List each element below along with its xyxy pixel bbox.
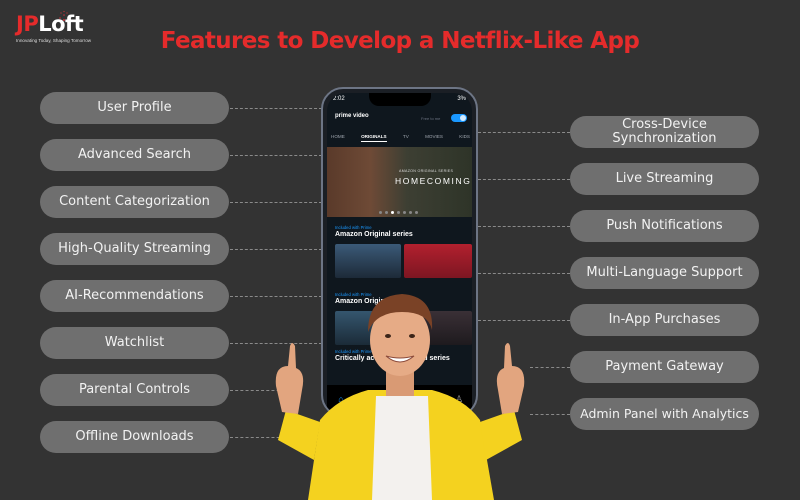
left-eye [385, 334, 391, 338]
connector-line [230, 202, 322, 203]
app-logo: prime video [335, 113, 369, 119]
connector-line [478, 273, 570, 274]
status-battery: 3% [457, 96, 466, 102]
left-hand-pointing [275, 343, 304, 414]
status-time: 2:02 [333, 96, 345, 102]
status-bar: 2:02 3% [333, 96, 466, 102]
tab-home[interactable]: HOME [331, 134, 345, 142]
feature-payment-gateway: Payment Gateway [570, 351, 759, 383]
carousel-dots [379, 211, 418, 214]
tab-bar: HOME ORIGINALS TV MOVIES KIDS [331, 134, 470, 142]
feature-watchlist: Watchlist [40, 327, 229, 359]
right-hand-pointing [496, 343, 525, 414]
feature-ai-recommendations: AI-Recommendations [40, 280, 229, 312]
connector-line [530, 414, 570, 415]
tab-tv[interactable]: TV [403, 134, 409, 142]
tab-originals[interactable]: ORIGINALS [361, 134, 387, 142]
right-eye [409, 334, 415, 338]
feature-admin-panel-analytics: Admin Panel with Analytics [570, 398, 759, 430]
connector-line [230, 108, 322, 109]
feature-high-quality-streaming: High-Quality Streaming [40, 233, 229, 265]
feature-content-categorization: Content Categorization [40, 186, 229, 218]
section-title: Amazon Original series [335, 231, 413, 238]
tab-movies[interactable]: MOVIES [425, 134, 443, 142]
feature-in-app-purchases: In-App Purchases [570, 304, 759, 336]
free-to-me-toggle[interactable] [451, 114, 467, 122]
feature-offline-downloads: Offline Downloads [40, 421, 229, 453]
page-title: Features to Develop a Netflix-Like App [160, 28, 640, 54]
feature-parental-controls: Parental Controls [40, 374, 229, 406]
left-sleeve [278, 410, 320, 460]
feature-advanced-search: Advanced Search [40, 139, 229, 171]
connector-line [478, 179, 570, 180]
hero-title: HOMECOMING [395, 176, 472, 186]
free-to-me-label: Free to me [421, 116, 441, 121]
connector-line [230, 249, 322, 250]
connector-line [478, 132, 570, 133]
person-pointing-illustration [275, 294, 525, 500]
feature-live-streaming: Live Streaming [570, 163, 759, 195]
thumbnail-hanna[interactable] [335, 244, 401, 278]
feature-multi-language-support: Multi-Language Support [570, 257, 759, 289]
thumbnail-laughing[interactable] [404, 244, 472, 278]
hero-subtitle: AMAZON ORIGINAL SERIES [399, 169, 454, 173]
connector-line [530, 367, 570, 368]
feature-user-profile: User Profile [40, 92, 229, 124]
white-tshirt [372, 396, 432, 500]
feature-cross-device-sync: Cross-Device Synchronization [570, 116, 759, 148]
connector-line [230, 155, 322, 156]
right-sleeve [480, 410, 522, 460]
tab-kids[interactable]: KIDS [459, 134, 470, 142]
hero-banner[interactable]: AMAZON ORIGINAL SERIES HOMECOMING [327, 147, 472, 217]
feature-push-notifications: Push Notifications [570, 210, 759, 242]
connector-line [478, 226, 570, 227]
section-kicker: Included with Prime [335, 225, 372, 230]
